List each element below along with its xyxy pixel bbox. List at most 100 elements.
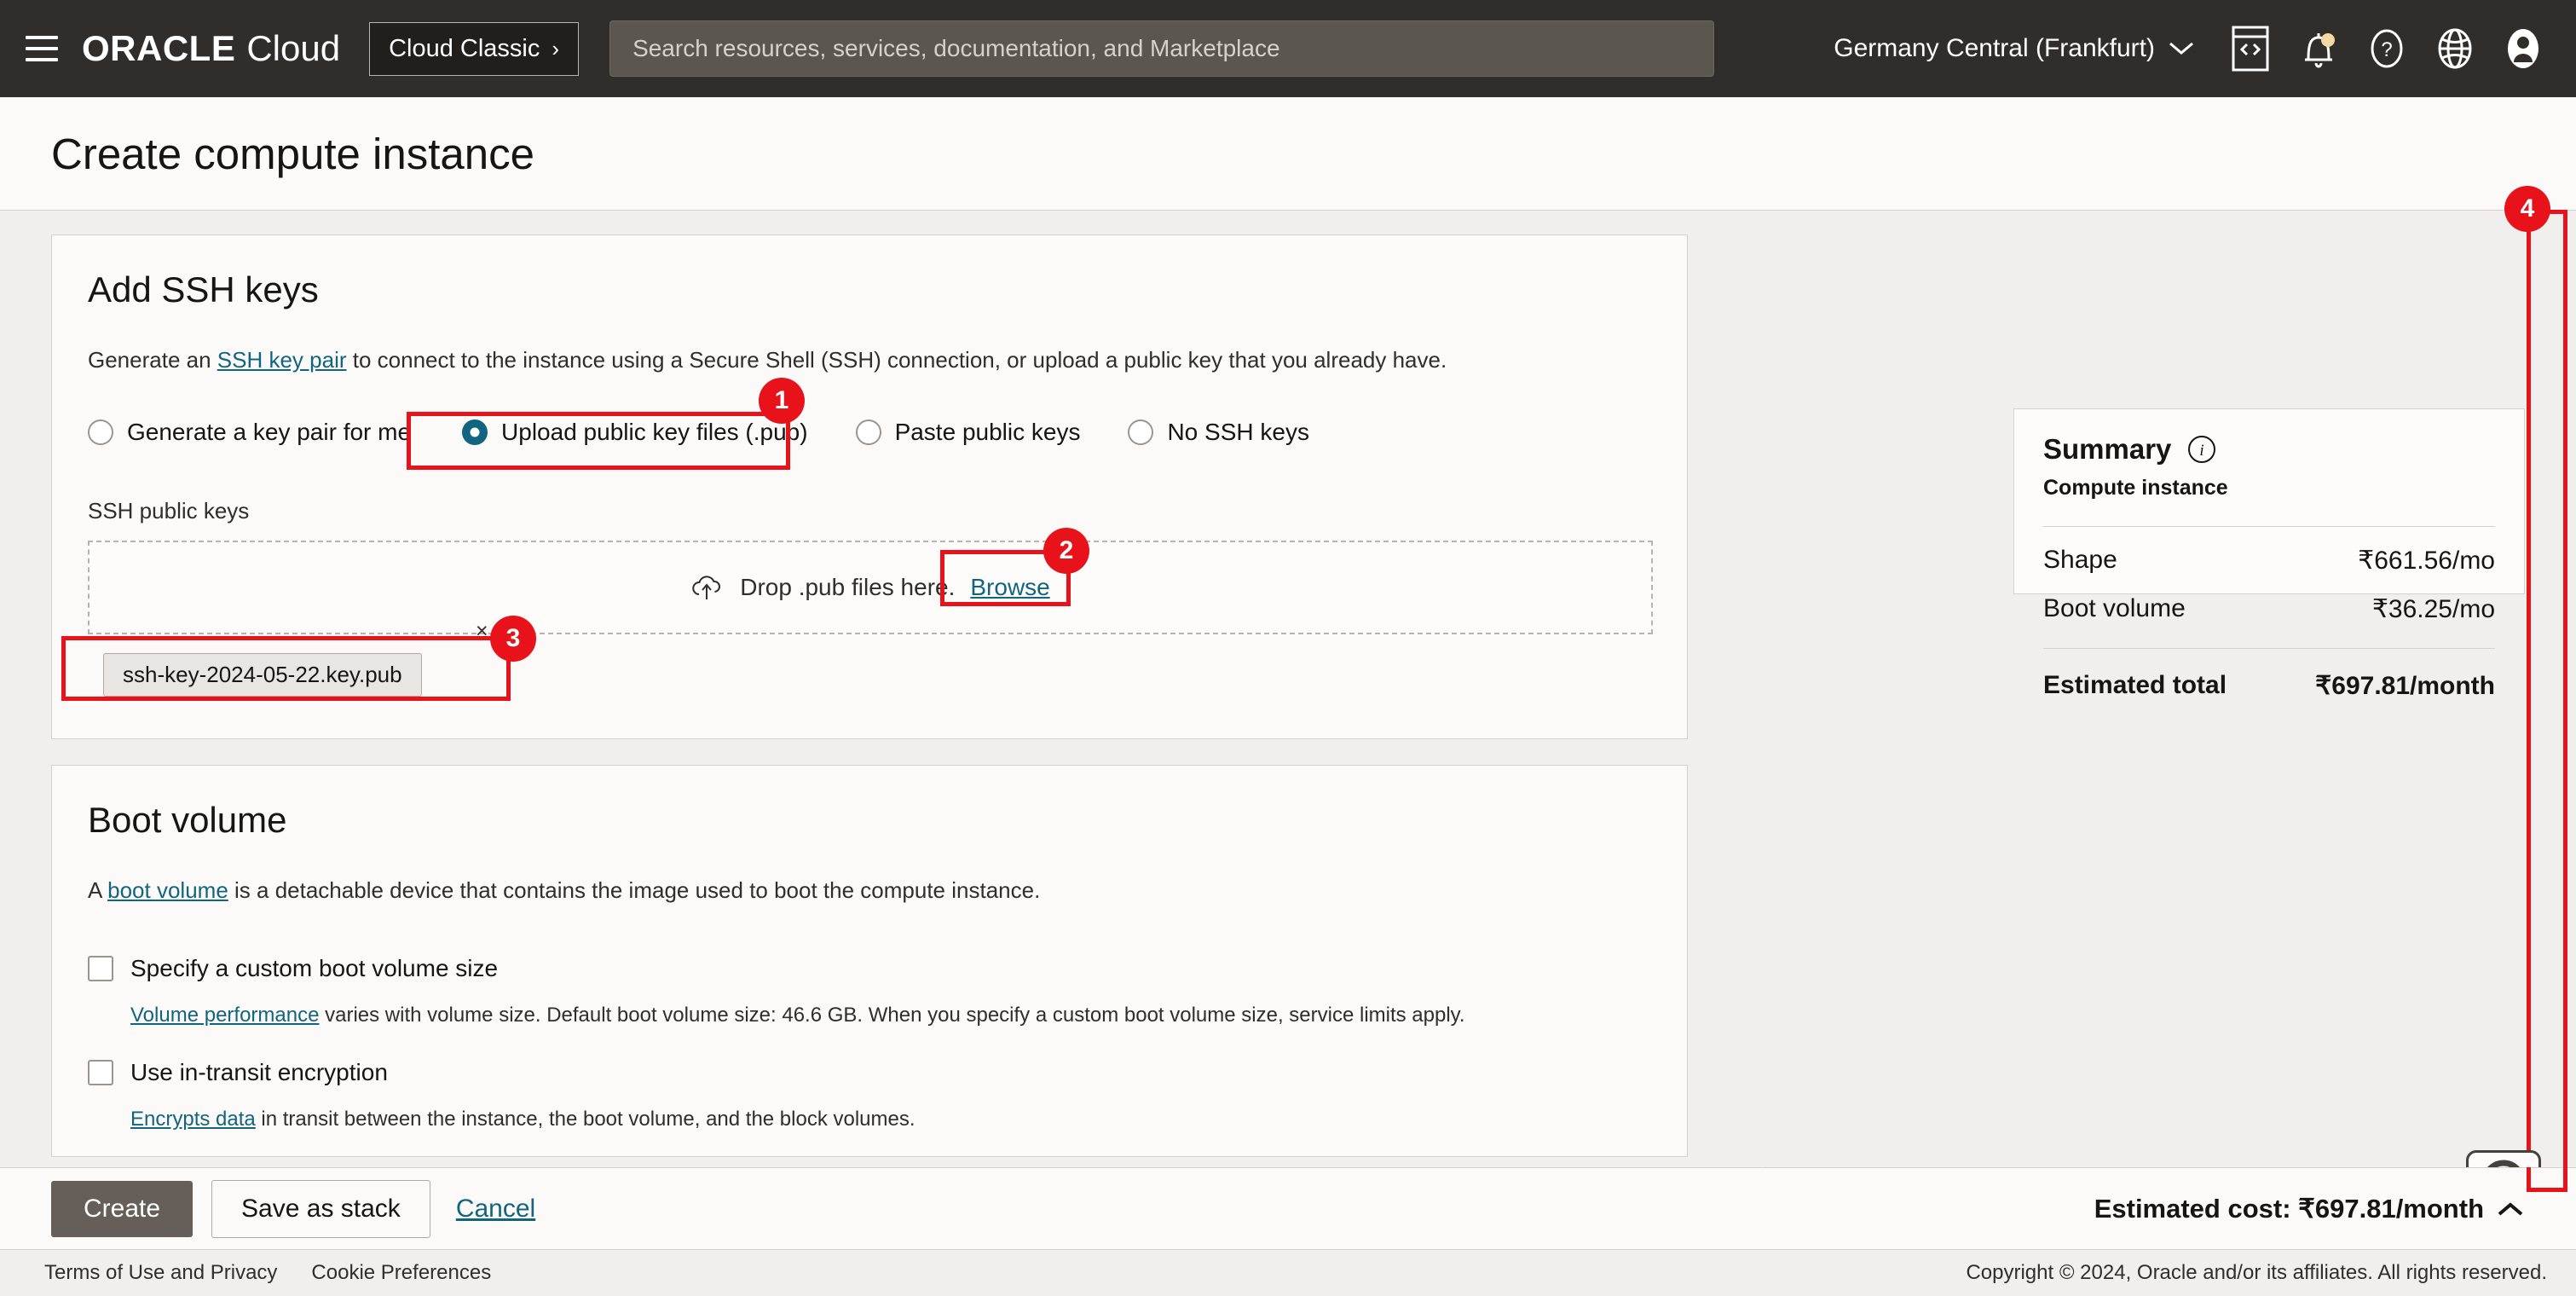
- page-footer: Terms of Use and Privacy Cookie Preferen…: [0, 1249, 2576, 1296]
- upload-public-key-files-radio[interactable]: Upload public key files (.pub): [462, 419, 808, 446]
- generate-key-pair-radio[interactable]: Generate a key pair for me: [88, 419, 411, 446]
- hamburger-menu-icon[interactable]: [15, 22, 68, 75]
- copyright-text: Copyright © 2024, Oracle and/or its affi…: [1966, 1261, 2547, 1284]
- boot-desc-before: A: [88, 877, 108, 903]
- summary-row-label: Boot volume: [2043, 594, 2186, 622]
- no-ssh-keys-radio[interactable]: No SSH keys: [1128, 419, 1309, 446]
- estimated-cost-toggle[interactable]: Estimated cost: ₹697.81/month: [2094, 1194, 2523, 1224]
- save-as-stack-button[interactable]: Save as stack: [211, 1179, 430, 1238]
- oracle-cloud-logo[interactable]: ORACLE Cloud: [82, 28, 340, 69]
- summary-total-label: Estimated total: [2043, 671, 2227, 699]
- hamburger-bar: [26, 36, 58, 39]
- ssh-key-option-radio-group: Generate a key pair for me Upload public…: [88, 419, 1309, 446]
- summary-subtitle: Compute instance: [2043, 476, 2228, 500]
- svg-text:?: ?: [2381, 38, 2392, 61]
- help-floating-widget[interactable]: [2466, 1150, 2541, 1167]
- checkbox-indicator: [88, 1060, 113, 1085]
- form-action-bar: Create Save as stack Cancel Estimated co…: [0, 1167, 2576, 1249]
- radio-indicator: [855, 419, 881, 445]
- summary-row-label: Shape: [2043, 546, 2117, 574]
- ssh-key-file-chip[interactable]: ssh-key-2024-05-22.key.pub: [103, 653, 422, 697]
- notifications-bell-icon[interactable]: [2284, 14, 2353, 83]
- summary-title: Summary: [2043, 433, 2172, 465]
- encrypts-data-help: in transit between the instance, the boo…: [255, 1108, 915, 1131]
- ssh-desc-after: to connect to the instance using a Secur…: [346, 347, 1447, 373]
- global-search-box[interactable]: [609, 20, 1715, 77]
- summary-estimated-total: Estimated total ₹697.81/month: [2043, 671, 2495, 701]
- radio-label: Generate a key pair for me: [127, 419, 412, 445]
- cost-summary-panel: Summary i Compute instance Shape ₹661.56…: [2013, 408, 2525, 700]
- volume-performance-help: varies with volume size. Default boot vo…: [319, 1004, 1465, 1027]
- cloud-shell-icon[interactable]: [2216, 14, 2284, 83]
- svg-text:i: i: [2200, 442, 2204, 460]
- checkbox-label: Specify a custom boot volume size: [130, 955, 499, 981]
- ssh-section-heading: Add SSH keys: [88, 269, 319, 310]
- boot-volume-heading: Boot volume: [88, 800, 287, 840]
- summary-total-value: ₹697.81/month: [2315, 672, 2495, 700]
- in-transit-encryption-help-text: Encrypts data in transit between the ins…: [130, 1104, 1656, 1135]
- oracle-wordmark: ORACLE: [82, 28, 236, 68]
- boot-volume-description: A boot volume is a detachable device tha…: [88, 875, 1648, 907]
- cancel-link[interactable]: Cancel: [456, 1195, 535, 1224]
- radio-label: Paste public keys: [894, 419, 1081, 445]
- region-label: Germany Central (Frankfurt): [1834, 34, 2155, 62]
- language-globe-icon[interactable]: [2421, 14, 2489, 83]
- encrypts-data-link[interactable]: Encrypts data: [130, 1108, 256, 1131]
- chevron-right-icon: ›: [552, 35, 560, 61]
- remove-file-icon[interactable]: ×: [476, 619, 488, 644]
- radio-label: Upload public key files (.pub): [501, 419, 808, 445]
- radio-indicator: [88, 419, 113, 445]
- notification-badge-dot: [2321, 33, 2335, 47]
- ssh-section-description: Generate an SSH key pair to connect to t…: [88, 344, 1648, 377]
- radio-indicator: [1128, 419, 1154, 445]
- page-title: Create compute instance: [51, 129, 534, 178]
- hamburger-bar: [26, 58, 58, 61]
- radio-label: No SSH keys: [1167, 419, 1309, 445]
- summary-divider-top: [2043, 526, 2495, 527]
- cloud-classic-button[interactable]: Cloud Classic ›: [369, 21, 580, 76]
- region-selector[interactable]: Germany Central (Frankfurt): [1811, 34, 2216, 63]
- checkbox-indicator: [88, 956, 113, 981]
- user-avatar-icon[interactable]: [2489, 14, 2557, 83]
- volume-performance-link[interactable]: Volume performance: [130, 1004, 319, 1027]
- use-in-transit-encryption-checkbox[interactable]: Use in-transit encryption: [88, 1059, 388, 1086]
- boot-volume-link[interactable]: boot volume: [107, 877, 228, 903]
- custom-boot-volume-help-text: Volume performance varies with volume si…: [130, 1000, 1656, 1031]
- cloud-wordmark: Cloud: [246, 28, 341, 68]
- summary-row-boot-volume: Boot volume ₹36.25/mo: [2043, 594, 2495, 624]
- create-button[interactable]: Create: [51, 1180, 193, 1237]
- cloud-upload-icon: [692, 576, 721, 599]
- ssh-key-pair-link[interactable]: SSH key pair: [217, 347, 347, 373]
- ssh-public-keys-field-label: SSH public keys: [88, 498, 250, 524]
- summary-row-value: ₹36.25/mo: [2371, 595, 2495, 623]
- summary-row-shape: Shape ₹661.56/mo: [2043, 546, 2495, 576]
- footer-links: Terms of Use and Privacy Cookie Preferen…: [44, 1261, 491, 1285]
- ssh-key-dropzone[interactable]: Drop .pub files here. Browse: [88, 541, 1653, 634]
- summary-divider-bottom: [2043, 648, 2495, 649]
- radio-indicator-selected: [462, 419, 488, 445]
- cookie-preferences-link[interactable]: Cookie Preferences: [311, 1261, 491, 1285]
- help-question-icon[interactable]: ?: [2353, 14, 2421, 83]
- hamburger-bar: [26, 47, 58, 50]
- page-content-area: Add SSH keys Generate an SSH key pair to…: [0, 211, 2576, 1167]
- estimated-cost-label: Estimated cost: ₹697.81/month: [2094, 1193, 2484, 1224]
- chevron-up-icon: [2498, 1201, 2523, 1216]
- cloud-classic-label: Cloud Classic: [389, 34, 540, 62]
- ssh-desc-before: Generate an: [88, 347, 217, 373]
- summary-header: Summary i: [2043, 433, 2495, 466]
- chevron-down-icon: [2169, 42, 2193, 55]
- mouse-cursor: [1761, 1166, 1764, 1167]
- boot-volume-card: Boot volume A boot volume is a detachabl…: [51, 765, 1688, 1157]
- browse-link[interactable]: Browse: [970, 574, 1049, 601]
- summary-row-value: ₹661.56/mo: [2358, 547, 2495, 575]
- page-title-bar: Create compute instance: [0, 97, 2576, 211]
- top-navigation-bar: ORACLE Cloud Cloud Classic › Germany Cen…: [0, 0, 2576, 97]
- paste-public-keys-radio[interactable]: Paste public keys: [855, 419, 1081, 446]
- specify-custom-boot-volume-size-checkbox[interactable]: Specify a custom boot volume size: [88, 955, 498, 982]
- life-ring-icon: [2487, 1160, 2520, 1167]
- search-input[interactable]: [632, 35, 1692, 62]
- boot-desc-after: is a detachable device that contains the…: [228, 877, 1041, 903]
- terms-of-use-link[interactable]: Terms of Use and Privacy: [44, 1261, 277, 1285]
- info-circle-icon[interactable]: i: [2186, 434, 2217, 465]
- checkbox-label: Use in-transit encryption: [130, 1059, 388, 1085]
